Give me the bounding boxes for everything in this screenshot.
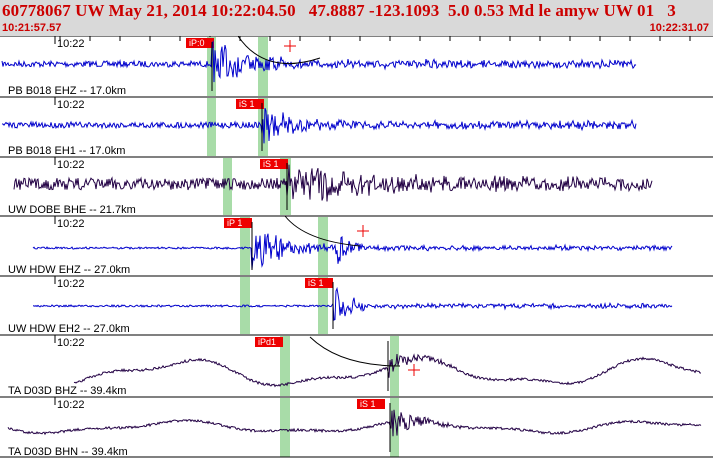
station-label: PB B018 EH1 -- 17.0km [8,145,125,157]
station-label: UW HDW EHZ -- 27.0km [8,264,130,276]
minute-label: 10:22 [57,38,85,50]
minute-label: 10:22 [57,399,85,411]
minute-label: 10:22 [57,218,85,230]
station-label: UW HDW EH2 -- 27.0km [8,323,130,335]
waveform-trace [32,286,673,321]
event-header-bar: 60778067 UW May 21, 2014 10:22:04.50 47.… [0,0,713,36]
coda-curve [309,336,401,367]
waveform-trace [7,409,702,437]
waveform-trace [13,164,653,202]
pick-label: iP 1 [227,218,242,228]
station-label: TA D03D BHZ -- 39.4km [8,385,126,397]
waveform-trace [1,40,637,83]
window-end-time: 10:22:31.07 [649,22,709,34]
minute-label: 10:22 [57,278,85,290]
station-label: UW DOBE BHE -- 21.7km [8,204,136,216]
window-start-time: 10:21:57.57 [2,22,62,34]
minute-label: 10:22 [57,99,85,111]
pick-label: iS 1 [308,278,324,288]
pick-window [280,398,290,457]
seismogram-panel[interactable]: 10:22 iP:0 PB B018 EHZ -- 17.0km 10:22 iS 1 P… [0,36,713,458]
pick-label: iS 1 [360,399,376,409]
minute-label: 10:22 [57,337,85,349]
coda-curve [237,36,321,65]
station-label: TA D03D BHN -- 39.4km [8,446,128,458]
pick-label: iS 1 [263,159,279,169]
pick-label: iS 1 [239,99,255,109]
pick-label: iPd1 [258,337,276,347]
waveform-trace [1,108,637,144]
pick-label: iP:0 [189,38,205,48]
event-title: 60778067 UW May 21, 2014 10:22:04.50 47.… [2,1,676,20]
minute-label: 10:22 [57,159,85,171]
station-label: PB B018 EHZ -- 17.0km [8,85,126,97]
